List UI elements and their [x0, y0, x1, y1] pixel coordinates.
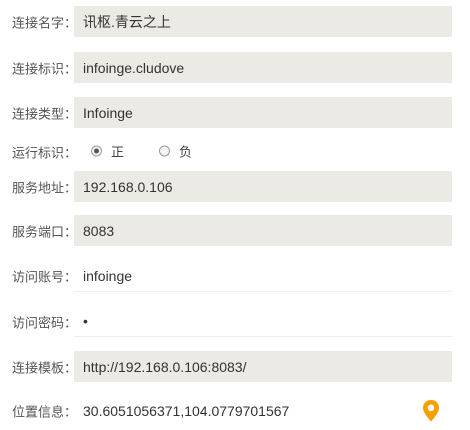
connection-id-label: 连接标识：	[12, 61, 78, 77]
location-field[interactable]: 30.6051056371,104.0779701567	[74, 395, 414, 427]
connection-form: 连接名字： 讯枢.青云之上 连接标识： infoinge.cludove 连接类…	[0, 0, 470, 430]
access-account-label: 访问账号：	[12, 269, 78, 285]
run-flag-radio-group: 正 负	[91, 142, 192, 161]
server-address-label: 服务地址：	[12, 180, 78, 196]
connection-template-field[interactable]: http://192.168.0.106:8083/	[74, 351, 452, 382]
run-flag-label: 运行标识：	[12, 145, 78, 161]
radio-unchecked-icon[interactable]	[159, 145, 171, 157]
connection-template-label: 连接模板：	[12, 360, 78, 376]
location-label: 位置信息：	[12, 404, 78, 420]
connection-type-label: 连接类型：	[12, 106, 78, 122]
access-account-field[interactable]: infoinge	[74, 260, 452, 292]
server-port-field[interactable]: 8083	[74, 215, 452, 246]
run-flag-option-positive[interactable]: 正	[91, 142, 124, 161]
server-address-field[interactable]: 192.168.0.106	[74, 171, 452, 202]
connection-name-field[interactable]: 讯枢.青云之上	[74, 6, 452, 37]
access-password-field[interactable]: •	[74, 305, 452, 337]
connection-type-field[interactable]: Infoinge	[74, 97, 452, 128]
run-flag-option-negative-label: 负	[179, 144, 193, 160]
connection-name-label: 连接名字：	[12, 15, 78, 31]
radio-checked-icon[interactable]	[91, 145, 102, 157]
map-pin-icon[interactable]	[421, 399, 441, 423]
run-flag-option-positive-label: 正	[111, 144, 125, 160]
run-flag-option-negative[interactable]: 负	[159, 142, 192, 161]
connection-id-field[interactable]: infoinge.cludove	[74, 52, 452, 83]
server-port-label: 服务端口：	[12, 224, 78, 240]
access-password-label: 访问密码：	[12, 315, 78, 331]
